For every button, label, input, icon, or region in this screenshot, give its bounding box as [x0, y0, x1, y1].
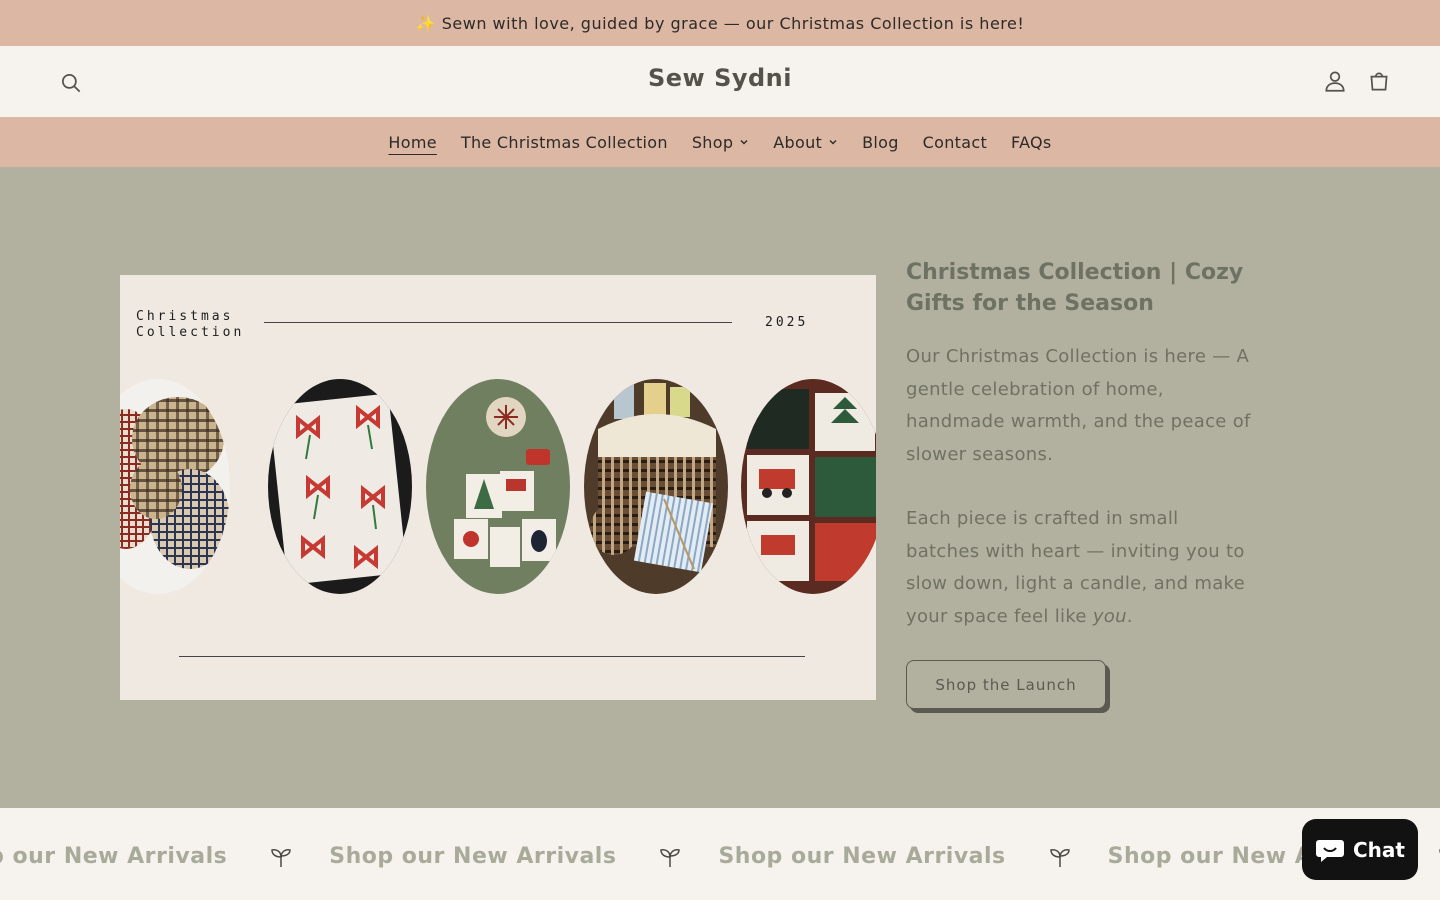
- hero-heading: Christmas Collection | Cozy Gifts for th…: [906, 260, 1244, 316]
- hero-body: Our Christmas Collection is here — A gen…: [906, 341, 1256, 633]
- hero-section: Christmas Collection 2025 Christmas Coll…: [0, 167, 1440, 808]
- hero-text-block: Christmas Collection | Cozy Gifts for th…: [906, 257, 1256, 633]
- nav-item-label: Blog: [862, 132, 899, 152]
- hero-body-paragraph-2-text: Each piece is crafted in small batches w…: [906, 508, 1245, 627]
- site-header: Sew Sydni: [0, 46, 1440, 117]
- chat-label: Chat: [1353, 837, 1405, 862]
- nav-item-blog[interactable]: Blog: [850, 117, 911, 167]
- account-icon: [1325, 71, 1345, 92]
- hero-collage-image: Christmas Collection 2025: [120, 275, 876, 700]
- shop-the-launch-button[interactable]: Shop the Launch: [906, 660, 1106, 709]
- cart-button[interactable]: [1366, 68, 1392, 94]
- collage-year: 2025: [765, 315, 809, 330]
- collage-title-line1: Christmas: [136, 309, 234, 324]
- nav-item-label: Home: [388, 132, 437, 152]
- collage-title: Christmas Collection: [136, 309, 244, 341]
- nav-item-about[interactable]: About: [761, 117, 850, 167]
- header-actions: [1322, 68, 1392, 94]
- marquee-track: Shop our New Arrivals Shop our New Arriv…: [0, 844, 1440, 869]
- nav-item-christmas-collection[interactable]: The Christmas Collection: [449, 117, 680, 167]
- nav-item-label: The Christmas Collection: [460, 132, 668, 152]
- truck-fabric-photo: [741, 379, 876, 594]
- nav-item-home[interactable]: Home: [376, 117, 448, 167]
- collage-divider-top: [264, 322, 732, 323]
- hero-body-paragraph-2-end: .: [1126, 605, 1133, 627]
- new-arrivals-marquee: Shop our New Arrivals Shop our New Arriv…: [0, 808, 1440, 900]
- hero-body-paragraph-1: Our Christmas Collection is here — A gen…: [906, 346, 1251, 465]
- hero-body-paragraph-2: Each piece is crafted in small batches w…: [906, 503, 1256, 633]
- sweatshirt-photo: [426, 379, 570, 594]
- marquee-link[interactable]: Shop our New Arrivals: [329, 844, 616, 869]
- nav-item-label: FAQs: [1011, 132, 1052, 152]
- hero-body-emphasis: you: [1092, 605, 1127, 627]
- nav-item-faqs[interactable]: FAQs: [999, 117, 1064, 167]
- bow-fabric-photo: [268, 379, 412, 594]
- nav-item-shop[interactable]: Shop: [680, 117, 761, 167]
- marquee-link[interactable]: Shop our New Arrivals: [718, 844, 1005, 869]
- basket-photo: [584, 379, 728, 594]
- collage-divider-bottom: [179, 656, 805, 657]
- nav-item-label: About: [773, 132, 823, 152]
- cart-icon: [1370, 72, 1388, 91]
- chevron-down-icon: [829, 140, 837, 145]
- nav-item-label: Shop: [691, 132, 734, 152]
- account-button[interactable]: [1322, 68, 1348, 94]
- chevron-down-icon: [740, 140, 748, 145]
- sprout-icon: [660, 848, 681, 867]
- main-navigation: Home The Christmas Collection Shop About…: [0, 117, 1440, 167]
- nav-item-label: Contact: [922, 132, 988, 152]
- collage-title-line2: Collection: [136, 325, 245, 340]
- chat-bubble-icon: [1316, 839, 1344, 862]
- announcement-text: ✨ Sewn with love, guided by grace — our …: [415, 13, 1025, 33]
- site-logo[interactable]: Sew Sydni: [0, 64, 1440, 92]
- scrunchies-photo: [120, 379, 230, 594]
- chat-button[interactable]: Chat: [1302, 819, 1418, 880]
- sprout-icon: [271, 848, 291, 867]
- nav-item-contact[interactable]: Contact: [911, 117, 999, 167]
- sprout-icon: [1049, 848, 1070, 867]
- announcement-bar: ✨ Sewn with love, guided by grace — our …: [0, 0, 1440, 46]
- marquee-link[interactable]: Shop our New Arrivals: [0, 844, 227, 869]
